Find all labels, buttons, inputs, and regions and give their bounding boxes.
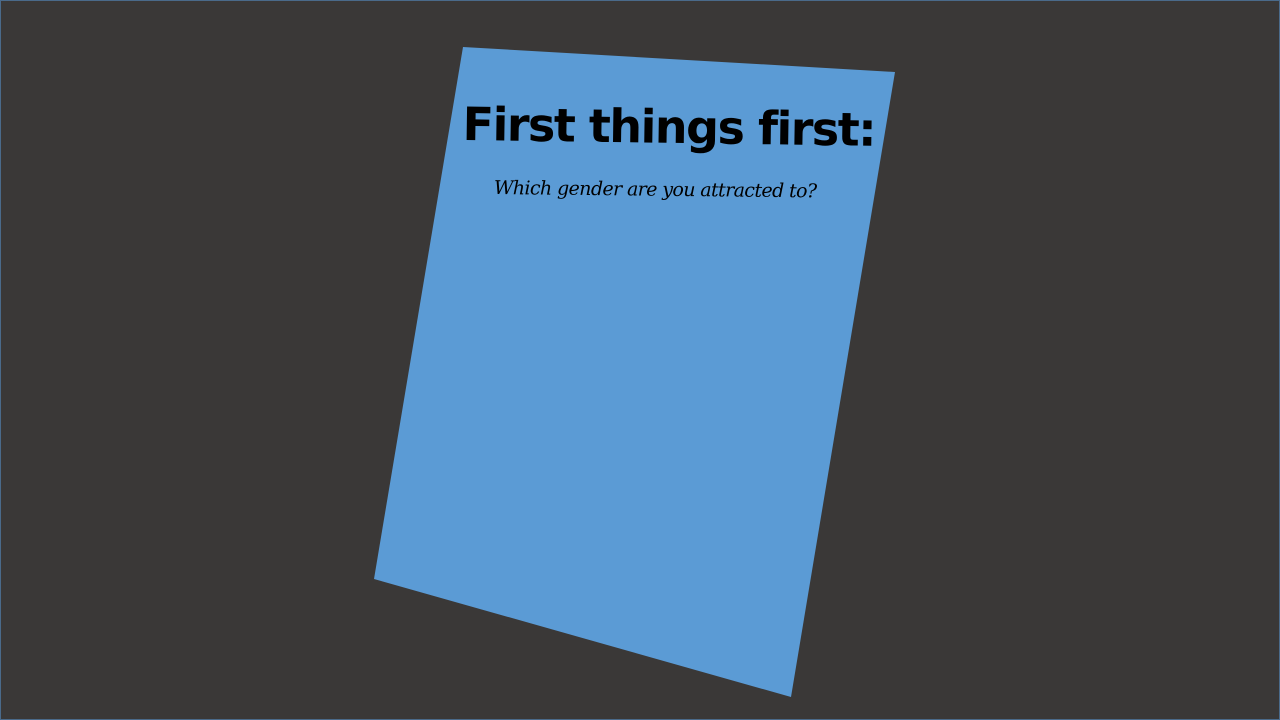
card-title: First things first:	[462, 97, 876, 157]
slide-canvas: First things first: Which gender are you…	[0, 0, 1280, 720]
question-text: Which gender are you attracted to?	[493, 177, 817, 203]
